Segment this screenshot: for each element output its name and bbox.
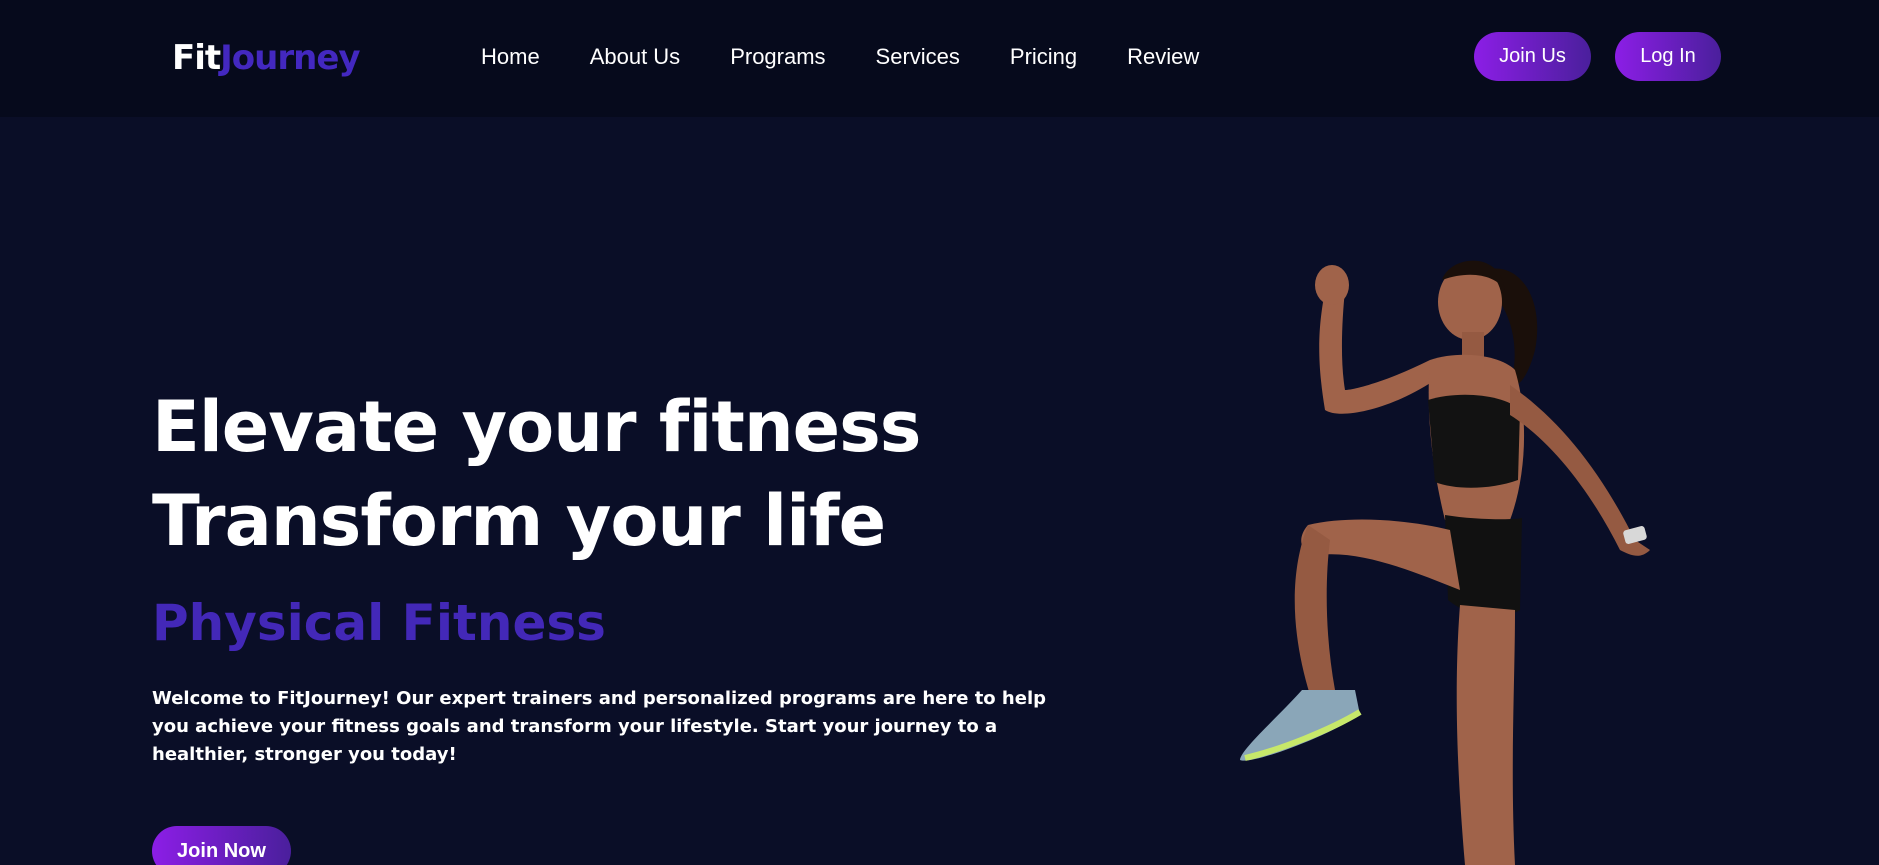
nav-link-about-us[interactable]: About Us bbox=[590, 42, 681, 72]
nav-link-programs[interactable]: Programs bbox=[730, 42, 825, 72]
hero-description: Welcome to FitJourney! Our expert traine… bbox=[152, 688, 1047, 765]
brand-logo[interactable]: FitJourney bbox=[172, 36, 361, 80]
nav-link-services[interactable]: Services bbox=[876, 42, 960, 72]
nav-link-review[interactable]: Review bbox=[1127, 42, 1199, 72]
hero-title: Elevate your fitness Transform your life bbox=[152, 380, 921, 568]
athlete-running-photo bbox=[1240, 260, 1650, 865]
join-now-button[interactable]: Join Now bbox=[152, 826, 291, 865]
hero-subtitle: Physical Fitness bbox=[152, 594, 606, 652]
brand-logo-journey: Journey bbox=[220, 38, 360, 78]
log-in-button[interactable]: Log In bbox=[1615, 32, 1721, 81]
join-us-button[interactable]: Join Us bbox=[1474, 32, 1591, 81]
top-navbar: FitJourney Home About Us Programs Servic… bbox=[0, 0, 1879, 117]
hero-title-line-1: Elevate your fitness bbox=[152, 386, 921, 468]
athlete-figure bbox=[1240, 260, 1650, 865]
hero-title-line-2: Transform your life bbox=[152, 480, 886, 562]
nav-link-home[interactable]: Home bbox=[481, 42, 540, 72]
nav-link-pricing[interactable]: Pricing bbox=[1010, 42, 1077, 72]
main-nav: Home About Us Programs Services Pricing … bbox=[481, 42, 1249, 72]
brand-logo-fit: Fit bbox=[172, 38, 221, 78]
